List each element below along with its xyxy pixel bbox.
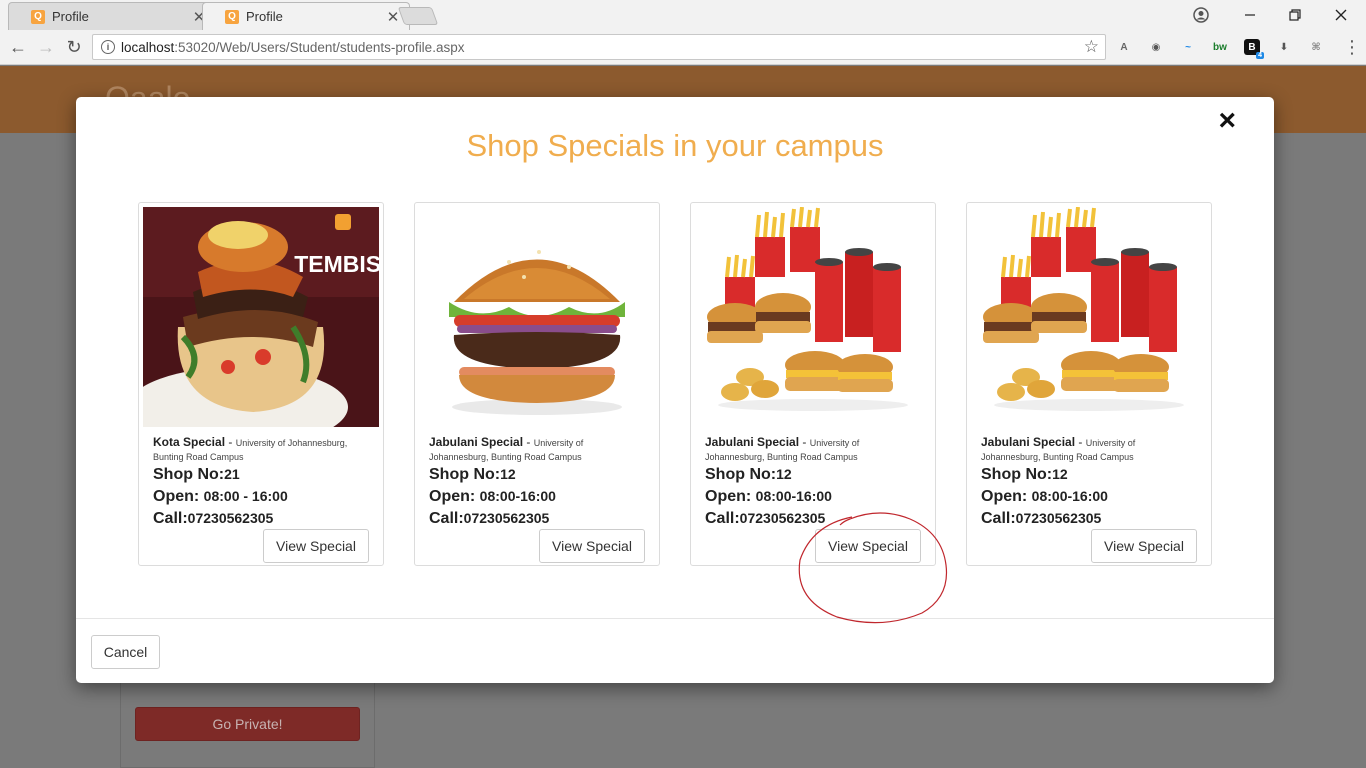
fast-food-combo-image: [695, 207, 931, 427]
phone-number: 07230562305: [187, 510, 274, 526]
image-text: TEMBISA: [294, 251, 379, 277]
shop-name-line: Jabulani Special - University of Johanne…: [981, 435, 1136, 463]
close-window-icon[interactable]: [1318, 0, 1364, 30]
profile-icon[interactable]: [1178, 0, 1224, 30]
open-hours-row: Open: 08:00 - 16:00: [153, 488, 288, 506]
open-label: Open:: [705, 488, 752, 505]
forward-arrow-icon[interactable]: →: [34, 36, 58, 58]
open-hours: 08:00-16:00: [755, 488, 832, 504]
open-label: Open:: [429, 488, 476, 505]
url-host: localhost: [121, 39, 175, 55]
pdf-icon[interactable]: ⌘: [1308, 39, 1324, 55]
call-label: Call:: [153, 510, 188, 527]
tab-title: Profile: [246, 9, 283, 24]
open-hours: 08:00 - 16:00: [203, 488, 288, 504]
open-hours: 08:00-16:00: [479, 488, 556, 504]
open-hours-row: Open: 08:00-16:00: [981, 488, 1108, 506]
cancel-button[interactable]: Cancel: [91, 635, 160, 669]
shop-number-label: Shop No:: [981, 466, 1053, 483]
wave-icon[interactable]: ~: [1180, 39, 1196, 55]
site-favicon-icon: Q: [225, 9, 239, 24]
bookmark-star-icon[interactable]: ☆: [1084, 37, 1099, 57]
call-label: Call:: [705, 510, 740, 527]
phone-number: 07230562305: [463, 510, 550, 526]
fast-food-combo-image: [971, 207, 1207, 427]
shop-number: 12: [1052, 466, 1068, 482]
special-card: Jabulani Special - University of Johanne…: [966, 202, 1212, 566]
open-hours-row: Open: 08:00-16:00: [429, 488, 556, 506]
open-label: Open:: [153, 488, 200, 505]
burger-image: [419, 207, 655, 427]
special-card: Jabulani Special - University of Johanne…: [414, 202, 660, 566]
info-icon[interactable]: i: [101, 40, 115, 54]
call-label: Call:: [981, 510, 1016, 527]
call-row: Call:07230562305: [429, 510, 549, 528]
minimize-icon[interactable]: [1227, 0, 1273, 30]
call-row: Call:07230562305: [153, 510, 273, 528]
browser-toolbar: ← → ↻ i localhost:53020/Web/Users/Studen…: [0, 30, 1366, 65]
shop-name-line: Kota Special - University of Johannesbur…: [153, 435, 348, 463]
browser-tab-bar: Q Profile ✕ Q Profile ✕: [0, 0, 1366, 30]
tab-title: Profile: [52, 9, 89, 24]
phone-number: 07230562305: [1015, 510, 1102, 526]
call-row: Call:07230562305: [981, 510, 1101, 528]
reload-icon[interactable]: ↻: [62, 36, 86, 58]
modal-title: Shop Specials in your campus: [466, 128, 884, 163]
shop-name-line: Jabulani Special - University of Johanne…: [429, 435, 584, 463]
go-private-button[interactable]: Go Private!: [135, 707, 360, 741]
menu-kebab-icon[interactable]: ⋮: [1340, 36, 1364, 58]
shop-name-line: Jabulani Special - University of Johanne…: [705, 435, 860, 463]
browser-tab[interactable]: Q Profile ✕: [8, 2, 216, 30]
new-tab-button[interactable]: [397, 7, 439, 25]
back-arrow-icon[interactable]: ←: [6, 36, 30, 58]
shop-name: Kota Special: [153, 435, 226, 449]
annotation-circle: [798, 512, 948, 624]
shop-name: Jabulani Special: [981, 435, 1076, 449]
shop-number: 12: [776, 466, 792, 482]
view-special-button[interactable]: View Special: [539, 529, 645, 563]
view-special-button[interactable]: View Special: [1091, 529, 1197, 563]
address-bar[interactable]: i localhost:53020/Web/Users/Student/stud…: [92, 34, 1106, 60]
shop-name: Jabulani Special: [705, 435, 800, 449]
open-hours-row: Open: 08:00-16:00: [705, 488, 832, 506]
view-special-button[interactable]: View Special: [263, 529, 369, 563]
kota-special-image: TEMBISA: [143, 207, 379, 427]
shop-name: Jabulani Special: [429, 435, 524, 449]
open-label: Open:: [981, 488, 1028, 505]
extension-badge: 4: [1256, 52, 1264, 59]
shop-number-label: Shop No:: [153, 466, 225, 483]
restore-icon[interactable]: [1272, 0, 1318, 30]
call-label: Call:: [429, 510, 464, 527]
shop-number: 21: [224, 466, 240, 482]
open-hours: 08:00-16:00: [1031, 488, 1108, 504]
angular-icon[interactable]: A: [1116, 39, 1132, 55]
shop-specials-modal: × Shop Specials in your campus TEMBISA: [76, 97, 1274, 683]
shop-number-row: Shop No:12: [981, 466, 1068, 484]
shop-number-label: Shop No:: [429, 466, 501, 483]
download-icon[interactable]: ⬇: [1276, 39, 1292, 55]
browser-tab-active[interactable]: Q Profile ✕: [202, 2, 410, 30]
globe-icon[interactable]: ◉: [1148, 39, 1164, 55]
modal-footer-divider: [76, 618, 1274, 619]
url-path: :53020/Web/Users/Student/students-profil…: [174, 39, 465, 55]
bw-icon[interactable]: bw: [1212, 39, 1228, 55]
shop-number-label: Shop No:: [705, 466, 777, 483]
site-favicon-icon: Q: [31, 9, 45, 24]
shop-number-row: Shop No:12: [705, 466, 792, 484]
shop-number-row: Shop No:12: [429, 466, 516, 484]
shop-number: 12: [500, 466, 516, 482]
b-icon[interactable]: B4: [1244, 39, 1264, 59]
shop-number-row: Shop No:21: [153, 466, 240, 484]
special-card: TEMBISA Kota Special - University of Joh…: [138, 202, 384, 566]
